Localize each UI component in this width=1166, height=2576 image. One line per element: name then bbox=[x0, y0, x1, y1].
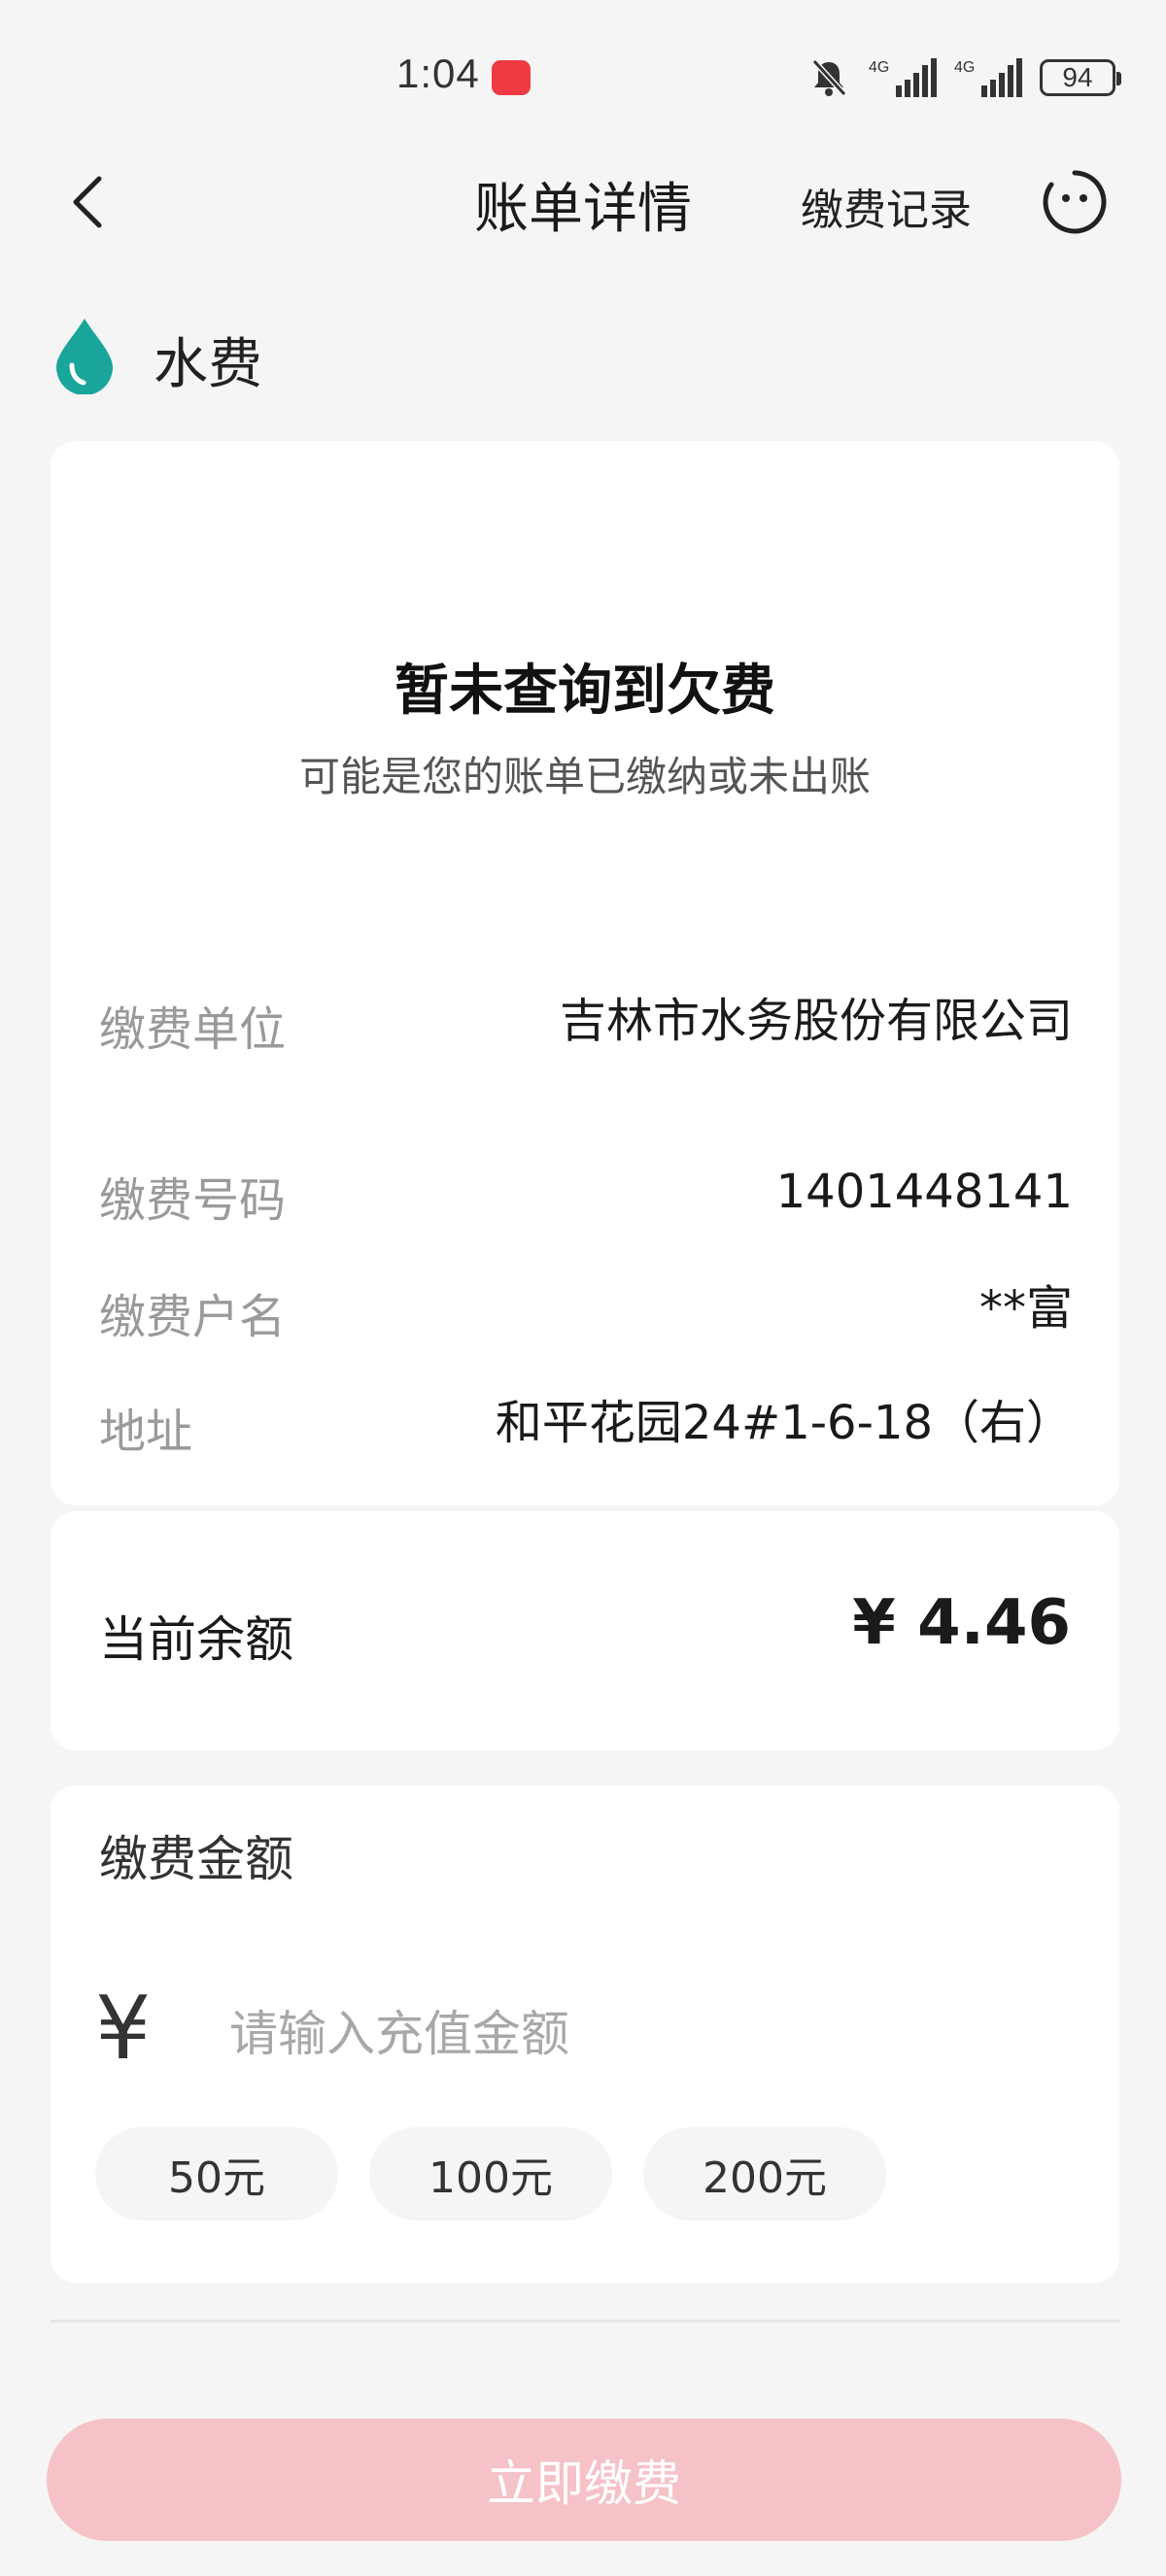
amount-input[interactable] bbox=[229, 1997, 1007, 2071]
mute-icon bbox=[811, 58, 847, 97]
battery-indicator: 94 bbox=[1040, 59, 1121, 96]
info-value: 和平花园24#1-6-18（右） bbox=[495, 1396, 1073, 1450]
app-notification-icon bbox=[492, 60, 531, 95]
balance-label: 当前余额 bbox=[99, 1611, 293, 1668]
payment-amount-title: 缴费金额 bbox=[99, 1831, 293, 1887]
section-title: 水费 bbox=[154, 333, 262, 396]
info-label: 缴费单位 bbox=[99, 1002, 287, 1057]
empty-state-title: 暂未查询到欠费 bbox=[394, 660, 775, 723]
empty-state-subtitle: 可能是您的账单已缴纳或未出账 bbox=[298, 753, 871, 800]
signal-icon: 4G bbox=[869, 58, 937, 97]
preset-amount-50[interactable]: 50元 bbox=[95, 2127, 338, 2220]
balance-value: ¥ 4.46 bbox=[852, 1587, 1071, 1659]
preset-amount-200[interactable]: 200元 bbox=[643, 2127, 886, 2220]
status-time: 1:04 bbox=[396, 51, 480, 96]
preset-amount-100[interactable]: 100元 bbox=[369, 2127, 612, 2220]
network-type-1: 4G bbox=[869, 59, 889, 76]
pay-now-button[interactable]: 立即缴费 bbox=[47, 2419, 1121, 2541]
balance-card: 当前余额 ¥ 4.46 bbox=[51, 1511, 1119, 1750]
divider bbox=[51, 2320, 1119, 2322]
smile-icon[interactable] bbox=[1042, 169, 1108, 235]
signal-icon-2: 4G bbox=[954, 58, 1022, 97]
info-label: 地址 bbox=[99, 1405, 193, 1459]
water-drop-icon bbox=[56, 319, 113, 394]
info-label: 缴费号码 bbox=[99, 1173, 287, 1228]
info-value: 吉林市水务股份有限公司 bbox=[559, 994, 1073, 1048]
currency-symbol: ¥ bbox=[95, 1978, 152, 2080]
page-title: 账单详情 bbox=[0, 165, 1166, 244]
info-label: 缴费户名 bbox=[99, 1290, 287, 1344]
bill-detail-page: 1:04 4G 4G 94 账单详情 缴费记录 水费 暂未查询到欠费 可能是您的… bbox=[0, 0, 1166, 2576]
info-value: **富 bbox=[978, 1281, 1073, 1336]
payment-amount-card: 缴费金额 ¥ 50元 100元 200元 bbox=[51, 1785, 1119, 2283]
page-title-text: 账单详情 bbox=[474, 178, 692, 241]
status-icons: 4G 4G 94 bbox=[810, 56, 1121, 99]
status-bar: 1:04 4G 4G 94 bbox=[0, 0, 1166, 146]
payment-record-link[interactable]: 缴费记录 bbox=[801, 175, 972, 237]
preset-amounts: 50元 100元 200元 bbox=[95, 2127, 917, 2220]
info-value: 1401448141 bbox=[775, 1165, 1073, 1219]
network-type-2: 4G bbox=[954, 59, 975, 76]
bill-info-card: 暂未查询到欠费 可能是您的账单已缴纳或未出账 缴费单位 吉林市水务股份有限公司 … bbox=[51, 441, 1119, 1506]
